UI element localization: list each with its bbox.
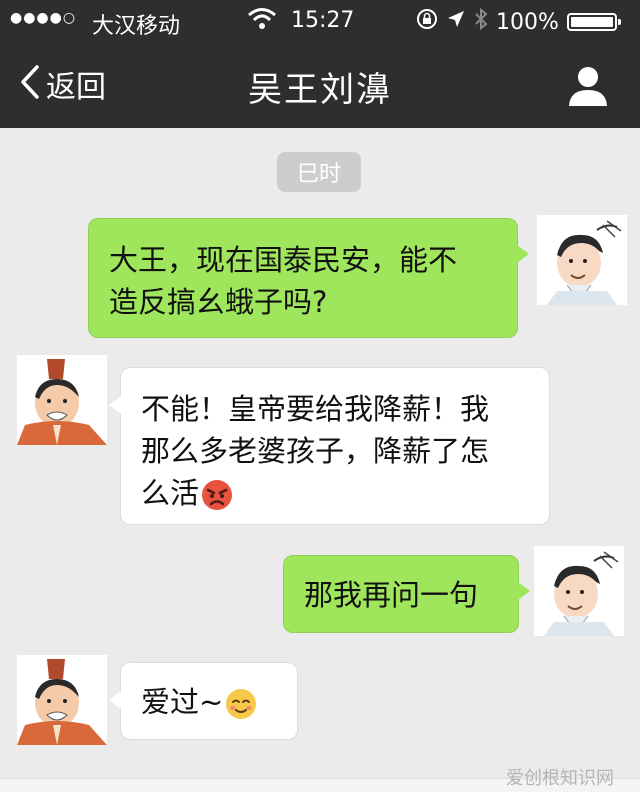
avatar-king[interactable] <box>17 655 107 745</box>
battery-icon <box>566 13 621 31</box>
signal-strength: ●●●●○ <box>10 10 77 26</box>
location-arrow-icon <box>446 9 466 35</box>
carrier-name: 大汉移动 <box>92 14 181 39</box>
angry-face-icon <box>201 479 233 511</box>
message-line: 不能！皇帝要给我降薪！我 <box>141 392 490 426</box>
chat-title: 吴王刘濞 <box>248 70 392 110</box>
message-line: 造反搞幺蛾子吗? <box>109 285 328 319</box>
profile-icon[interactable] <box>566 64 610 108</box>
timestamp-badge: 巳时 <box>277 152 361 192</box>
nav-bar: 返回 吴王刘濞 <box>0 42 640 128</box>
message-line: 么活 <box>141 476 200 510</box>
message-line: 爱过~ <box>141 685 224 719</box>
message-bubble-sent[interactable]: 那我再问一句 <box>283 555 530 633</box>
avatar-king[interactable] <box>17 355 107 445</box>
message-line: 大王，现在国泰民安，能不 <box>109 243 458 277</box>
status-bar: ●●●●○ 大汉移动 15:27 100% <box>0 0 640 42</box>
message-bubble-received[interactable]: 爱过~ <box>109 662 298 740</box>
battery-percent: 100% <box>496 9 559 35</box>
avatar-advisor[interactable] <box>537 215 627 305</box>
message-bubble-received[interactable]: 不能！皇帝要给我降薪！我 那么多老婆孩子，降薪了怎 么活 <box>109 367 550 525</box>
bluetooth-icon <box>474 7 488 36</box>
message-bubble-sent[interactable]: 大王，现在国泰民安，能不 造反搞幺蛾子吗? <box>88 218 529 338</box>
watermark: 爱创根知识网 <box>506 768 614 789</box>
smiling-blush-icon <box>225 688 257 720</box>
message-line: 那么多老婆孩子，降薪了怎 <box>141 434 490 468</box>
clock: 15:27 <box>291 8 355 33</box>
wifi-icon <box>247 6 277 38</box>
avatar-advisor[interactable] <box>534 546 624 636</box>
message-line: 那我再问一句 <box>304 578 479 612</box>
rotation-lock-icon <box>416 8 438 36</box>
